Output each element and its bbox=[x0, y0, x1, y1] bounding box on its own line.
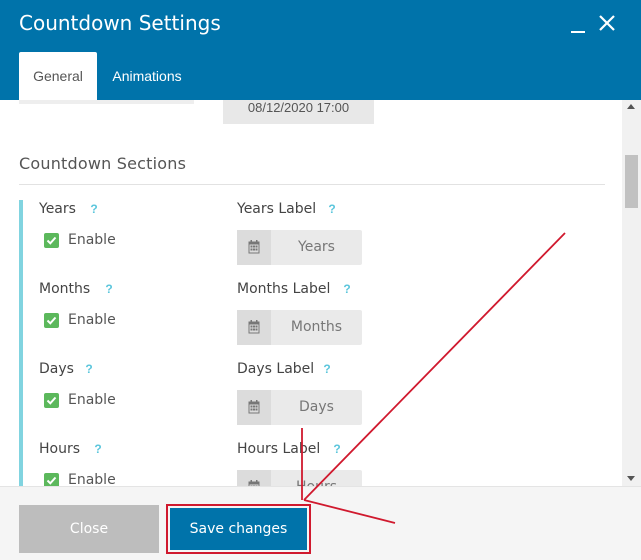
checkbox-checked-icon[interactable] bbox=[44, 393, 59, 408]
years-label: Years bbox=[39, 201, 76, 217]
dialog-title: Countdown Settings bbox=[19, 11, 221, 35]
days-label: Days bbox=[39, 361, 74, 377]
help-icon[interactable]: ? bbox=[86, 201, 102, 217]
help-icon[interactable]: ? bbox=[339, 281, 355, 297]
hours-label-input[interactable]: Hours bbox=[237, 470, 362, 486]
days-label-title: Days Label bbox=[237, 361, 315, 377]
minimize-icon bbox=[571, 31, 585, 33]
months-label-input[interactable]: Months bbox=[237, 310, 362, 345]
days-label-input[interactable]: Days bbox=[237, 390, 362, 425]
enable-label: Enable bbox=[68, 312, 116, 328]
close-icon bbox=[599, 15, 615, 31]
calendar-icon bbox=[237, 310, 271, 345]
months-label-title: Months Label bbox=[237, 281, 331, 297]
checkbox-checked-icon[interactable] bbox=[44, 473, 59, 486]
date-time-field[interactable]: 08/12/2020 17:00 bbox=[223, 100, 374, 124]
help-icon[interactable]: ? bbox=[101, 281, 117, 297]
help-icon[interactable]: ? bbox=[81, 361, 97, 377]
previous-field[interactable] bbox=[19, 100, 194, 104]
help-icon[interactable]: ? bbox=[319, 361, 335, 377]
calendar-icon bbox=[237, 470, 271, 486]
tab-general[interactable]: General bbox=[19, 52, 97, 100]
tab-animations[interactable]: Animations bbox=[100, 52, 194, 100]
years-label-title: Years Label bbox=[237, 201, 317, 217]
section-divider bbox=[19, 184, 605, 185]
settings-content: 08/12/2020 17:00 Countdown Sections Year… bbox=[0, 100, 622, 486]
scroll-down-arrow-icon[interactable] bbox=[627, 476, 635, 481]
close-dialog-button[interactable] bbox=[596, 10, 620, 36]
enable-label: Enable bbox=[68, 232, 116, 248]
label-input-value: Days bbox=[299, 399, 334, 415]
years-label-input[interactable]: Years bbox=[237, 230, 362, 265]
section-accent-bar bbox=[19, 200, 23, 486]
checkbox-checked-icon[interactable] bbox=[44, 313, 59, 328]
section-title: Countdown Sections bbox=[19, 154, 187, 173]
help-icon[interactable]: ? bbox=[324, 201, 340, 217]
dialog-header: Countdown Settings General Animations bbox=[0, 0, 641, 100]
scroll-up-arrow-icon[interactable] bbox=[627, 104, 635, 109]
calendar-icon bbox=[237, 390, 271, 425]
hours-label-title: Hours Label bbox=[237, 441, 321, 457]
enable-label: Enable bbox=[68, 392, 116, 408]
help-icon[interactable]: ? bbox=[90, 441, 106, 457]
label-input-value: Hours bbox=[271, 470, 362, 486]
months-label: Months bbox=[39, 281, 91, 297]
label-input-value: Months bbox=[290, 319, 343, 335]
scrollbar[interactable] bbox=[622, 100, 641, 486]
save-changes-button[interactable]: Save changes bbox=[170, 508, 307, 550]
calendar-icon bbox=[237, 230, 271, 265]
minimize-button[interactable] bbox=[566, 10, 590, 36]
checkbox-checked-icon[interactable] bbox=[44, 233, 59, 248]
scrollbar-thumb[interactable] bbox=[625, 155, 638, 208]
dialog-footer: Close Save changes bbox=[0, 486, 641, 560]
close-button[interactable]: Close bbox=[19, 505, 159, 553]
enable-label: Enable bbox=[68, 472, 116, 486]
hours-label: Hours bbox=[39, 441, 81, 457]
label-input-value: Years bbox=[298, 239, 335, 255]
help-icon[interactable]: ? bbox=[329, 441, 345, 457]
